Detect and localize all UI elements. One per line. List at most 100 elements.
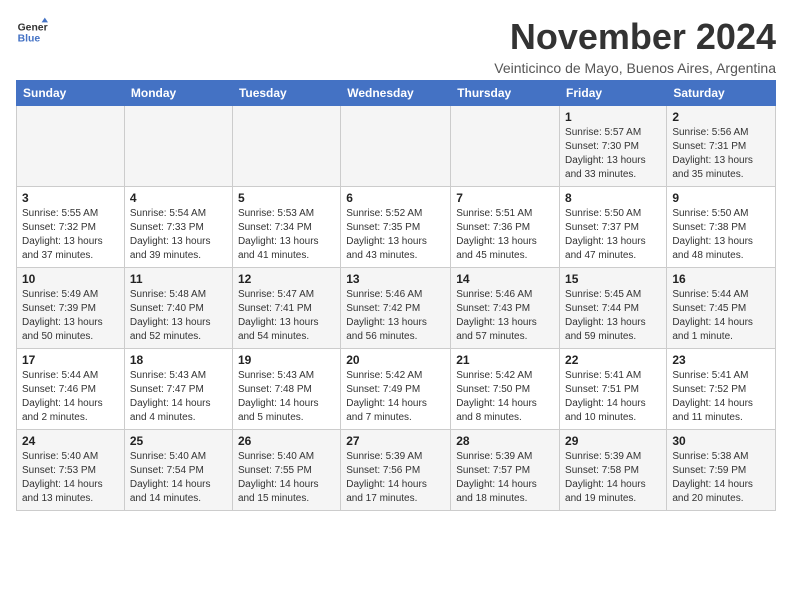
day-info: Sunrise: 5:46 AMSunset: 7:43 PMDaylight:…: [456, 288, 554, 344]
day-info: Sunrise: 5:43 AMSunset: 7:48 PMDaylight:…: [238, 369, 335, 425]
day-cell: 3 Sunrise: 5:55 AMSunset: 7:32 PMDaylight…: [17, 187, 125, 268]
day-info: Sunrise: 5:56 AMSunset: 7:31 PMDaylight:…: [672, 126, 770, 182]
week-row-2: 3 Sunrise: 5:55 AMSunset: 7:32 PMDaylight…: [17, 187, 776, 268]
day-number: 21: [456, 353, 554, 367]
calendar-table: SundayMondayTuesdayWednesdayThursdayFrid…: [16, 80, 776, 511]
day-number: 15: [565, 272, 661, 286]
day-info: Sunrise: 5:47 AMSunset: 7:41 PMDaylight:…: [238, 288, 335, 344]
day-cell: 24 Sunrise: 5:40 AMSunset: 7:53 PMDayligh…: [17, 430, 125, 511]
day-cell: [17, 106, 125, 187]
header: General Blue November 2024 Veinticinco d…: [16, 16, 776, 76]
day-info: Sunrise: 5:39 AMSunset: 7:56 PMDaylight:…: [346, 450, 445, 506]
day-cell: [451, 106, 560, 187]
day-cell: 21 Sunrise: 5:42 AMSunset: 7:50 PMDayligh…: [451, 349, 560, 430]
day-number: 7: [456, 191, 554, 205]
weekday-header-row: SundayMondayTuesdayWednesdayThursdayFrid…: [17, 81, 776, 106]
day-info: Sunrise: 5:45 AMSunset: 7:44 PMDaylight:…: [565, 288, 661, 344]
day-info: Sunrise: 5:41 AMSunset: 7:52 PMDaylight:…: [672, 369, 770, 425]
day-number: 26: [238, 434, 335, 448]
day-cell: 30 Sunrise: 5:38 AMSunset: 7:59 PMDayligh…: [667, 430, 776, 511]
day-cell: 14 Sunrise: 5:46 AMSunset: 7:43 PMDayligh…: [451, 268, 560, 349]
day-cell: 18Sunrise: 5:43 AMSunset: 7:47 PMDayligh…: [124, 349, 232, 430]
day-info: Sunrise: 5:38 AMSunset: 7:59 PMDaylight:…: [672, 450, 770, 506]
day-cell: [124, 106, 232, 187]
day-number: 12: [238, 272, 335, 286]
weekday-header-wednesday: Wednesday: [341, 81, 451, 106]
day-info: Sunrise: 5:50 AMSunset: 7:37 PMDaylight:…: [565, 207, 661, 263]
logo-icon: General Blue: [16, 16, 48, 48]
day-number: 22: [565, 353, 661, 367]
day-number: 4: [130, 191, 227, 205]
day-number: 3: [22, 191, 119, 205]
svg-text:Blue: Blue: [18, 34, 41, 45]
week-row-3: 10Sunrise: 5:49 AMSunset: 7:39 PMDayligh…: [17, 268, 776, 349]
day-cell: 2 Sunrise: 5:56 AMSunset: 7:31 PMDaylight…: [667, 106, 776, 187]
weekday-header-sunday: Sunday: [17, 81, 125, 106]
day-cell: 11 Sunrise: 5:48 AMSunset: 7:40 PMDayligh…: [124, 268, 232, 349]
day-number: 9: [672, 191, 770, 205]
day-cell: 19 Sunrise: 5:43 AMSunset: 7:48 PMDayligh…: [232, 349, 340, 430]
day-number: 30: [672, 434, 770, 448]
day-number: 10: [22, 272, 119, 286]
day-info: Sunrise: 5:51 AMSunset: 7:36 PMDaylight:…: [456, 207, 554, 263]
day-info: Sunrise: 5:46 AMSunset: 7:42 PMDaylight:…: [346, 288, 445, 344]
day-number: 17: [22, 353, 119, 367]
day-number: 25: [130, 434, 227, 448]
day-number: 2: [672, 110, 770, 124]
day-info: Sunrise: 5:44 AMSunset: 7:46 PMDaylight:…: [22, 369, 119, 425]
day-info: Sunrise: 5:40 AMSunset: 7:53 PMDaylight:…: [22, 450, 119, 506]
day-info: Sunrise: 5:48 AMSunset: 7:40 PMDaylight:…: [130, 288, 227, 344]
day-number: 19: [238, 353, 335, 367]
day-cell: 12 Sunrise: 5:47 AMSunset: 7:41 PMDayligh…: [232, 268, 340, 349]
svg-text:General: General: [18, 22, 48, 33]
weekday-header-monday: Monday: [124, 81, 232, 106]
day-number: 6: [346, 191, 445, 205]
day-info: Sunrise: 5:57 AMSunset: 7:30 PMDaylight:…: [565, 126, 661, 182]
week-row-1: 1 Sunrise: 5:57 AMSunset: 7:30 PMDaylight…: [17, 106, 776, 187]
logo: General Blue: [16, 16, 48, 48]
subtitle: Veinticinco de Mayo, Buenos Aires, Argen…: [494, 60, 776, 76]
day-cell: 10Sunrise: 5:49 AMSunset: 7:39 PMDayligh…: [17, 268, 125, 349]
day-number: 24: [22, 434, 119, 448]
day-cell: 22Sunrise: 5:41 AMSunset: 7:51 PMDayligh…: [560, 349, 667, 430]
day-info: Sunrise: 5:44 AMSunset: 7:45 PMDaylight:…: [672, 288, 770, 344]
week-row-4: 17 Sunrise: 5:44 AMSunset: 7:46 PMDayligh…: [17, 349, 776, 430]
day-info: Sunrise: 5:54 AMSunset: 7:33 PMDaylight:…: [130, 207, 227, 263]
day-cell: 20 Sunrise: 5:42 AMSunset: 7:49 PMDayligh…: [341, 349, 451, 430]
weekday-header-saturday: Saturday: [667, 81, 776, 106]
weekday-header-friday: Friday: [560, 81, 667, 106]
day-number: 5: [238, 191, 335, 205]
day-cell: 16 Sunrise: 5:44 AMSunset: 7:45 PMDayligh…: [667, 268, 776, 349]
day-info: Sunrise: 5:39 AMSunset: 7:57 PMDaylight:…: [456, 450, 554, 506]
weekday-header-tuesday: Tuesday: [232, 81, 340, 106]
day-number: 11: [130, 272, 227, 286]
day-number: 14: [456, 272, 554, 286]
day-number: 16: [672, 272, 770, 286]
day-number: 1: [565, 110, 661, 124]
day-number: 28: [456, 434, 554, 448]
day-cell: 25 Sunrise: 5:40 AMSunset: 7:54 PMDayligh…: [124, 430, 232, 511]
day-number: 13: [346, 272, 445, 286]
day-info: Sunrise: 5:50 AMSunset: 7:38 PMDaylight:…: [672, 207, 770, 263]
day-cell: 4 Sunrise: 5:54 AMSunset: 7:33 PMDaylight…: [124, 187, 232, 268]
day-cell: 8 Sunrise: 5:50 AMSunset: 7:37 PMDaylight…: [560, 187, 667, 268]
day-cell: 5 Sunrise: 5:53 AMSunset: 7:34 PMDaylight…: [232, 187, 340, 268]
day-info: Sunrise: 5:43 AMSunset: 7:47 PMDaylight:…: [130, 369, 227, 425]
day-cell: 23Sunrise: 5:41 AMSunset: 7:52 PMDayligh…: [667, 349, 776, 430]
day-info: Sunrise: 5:53 AMSunset: 7:34 PMDaylight:…: [238, 207, 335, 263]
day-info: Sunrise: 5:55 AMSunset: 7:32 PMDaylight:…: [22, 207, 119, 263]
day-number: 20: [346, 353, 445, 367]
day-number: 8: [565, 191, 661, 205]
title-area: November 2024 Veinticinco de Mayo, Bueno…: [494, 16, 776, 76]
day-info: Sunrise: 5:40 AMSunset: 7:54 PMDaylight:…: [130, 450, 227, 506]
day-cell: 27Sunrise: 5:39 AMSunset: 7:56 PMDayligh…: [341, 430, 451, 511]
day-cell: 15 Sunrise: 5:45 AMSunset: 7:44 PMDayligh…: [560, 268, 667, 349]
day-info: Sunrise: 5:42 AMSunset: 7:49 PMDaylight:…: [346, 369, 445, 425]
day-cell: 7 Sunrise: 5:51 AMSunset: 7:36 PMDaylight…: [451, 187, 560, 268]
month-title: November 2024: [494, 16, 776, 58]
day-cell: 1 Sunrise: 5:57 AMSunset: 7:30 PMDaylight…: [560, 106, 667, 187]
day-info: Sunrise: 5:39 AMSunset: 7:58 PMDaylight:…: [565, 450, 661, 506]
day-info: Sunrise: 5:52 AMSunset: 7:35 PMDaylight:…: [346, 207, 445, 263]
day-info: Sunrise: 5:40 AMSunset: 7:55 PMDaylight:…: [238, 450, 335, 506]
day-info: Sunrise: 5:42 AMSunset: 7:50 PMDaylight:…: [456, 369, 554, 425]
